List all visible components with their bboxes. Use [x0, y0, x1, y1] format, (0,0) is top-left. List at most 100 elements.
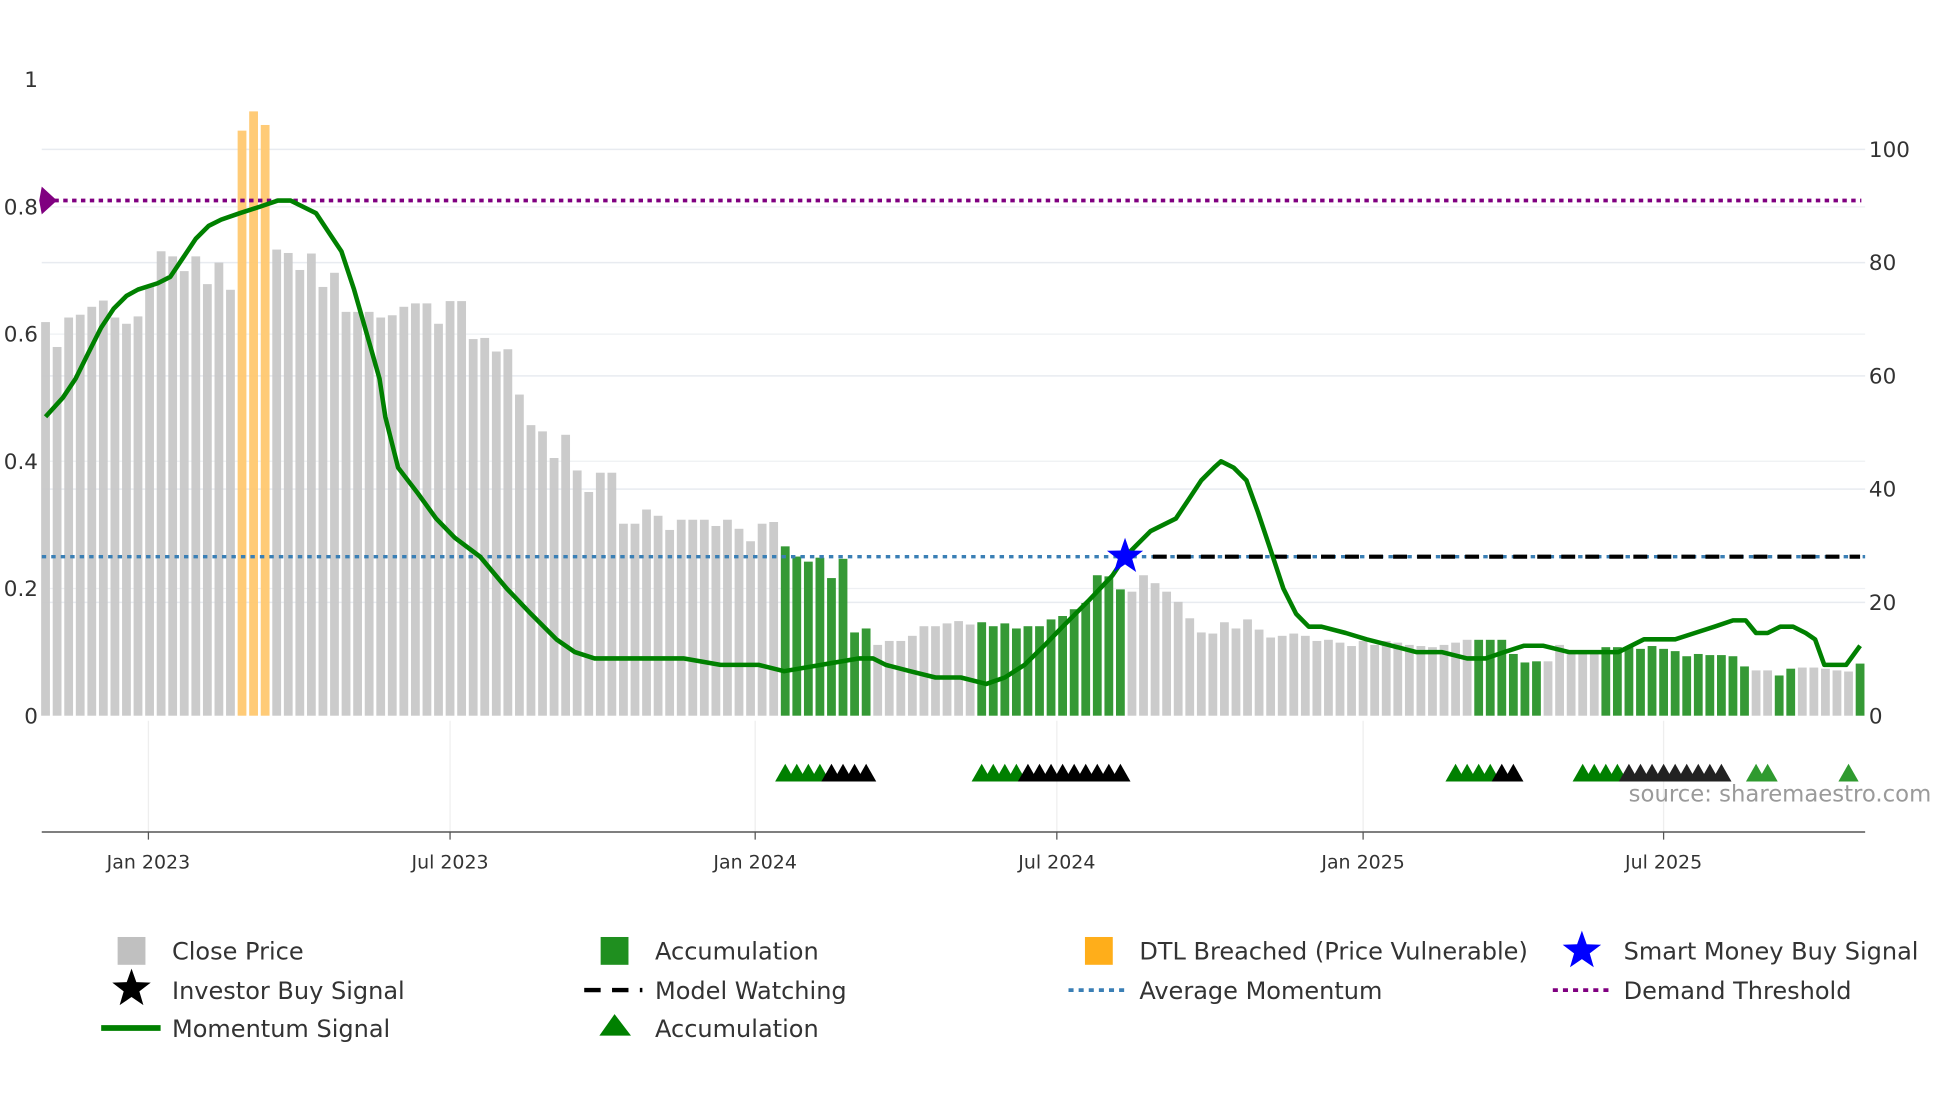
- close-price-bar: [87, 306, 97, 716]
- source-label: source: sharemaestro.com: [1629, 782, 1932, 808]
- close-price-bar: [642, 509, 651, 716]
- left-y-tick-label: 0.2: [4, 577, 38, 602]
- close-price-bar: [1416, 646, 1426, 716]
- close-price-bar: [1555, 644, 1564, 716]
- accumulation-bar: [1728, 656, 1738, 716]
- accumulation-bar: [1659, 648, 1668, 716]
- accumulation-bar: [1520, 662, 1530, 716]
- legend-item-close-price: Close Price: [117, 936, 304, 966]
- close-price-bar: [884, 640, 894, 716]
- right-y-tick-label: 80: [1869, 251, 1896, 276]
- accumulation-bar: [1636, 648, 1645, 716]
- close-price-bar: [1428, 647, 1437, 716]
- x-tick-label: Jul 2024: [1017, 852, 1095, 874]
- close-price-bar: [1543, 661, 1553, 716]
- close-price-bar: [191, 256, 201, 716]
- accumulation-bar: [1682, 656, 1692, 716]
- close-price-bar: [769, 521, 779, 716]
- accumulation-bar: [1532, 661, 1541, 716]
- close-price-bar: [399, 306, 409, 716]
- close-price-bar: [1832, 670, 1842, 716]
- close-price-bar: [1173, 601, 1183, 716]
- accumulation-bar: [1612, 647, 1622, 716]
- x-tick-label: Jan 2024: [712, 852, 796, 874]
- accumulation-bar: [850, 632, 859, 716]
- legend-item-average-momentum: Average Momentum: [1068, 977, 1382, 1005]
- close-price-bar: [202, 284, 212, 716]
- left-y-tick-label: 1: [24, 68, 38, 93]
- close-price-bar: [1335, 642, 1345, 716]
- close-price-bar: [1370, 644, 1380, 716]
- close-price-bar: [561, 434, 571, 716]
- close-price-bar: [630, 523, 640, 716]
- close-price-bar: [1844, 671, 1853, 716]
- accumulation-bar: [977, 622, 987, 716]
- close-price-bar: [283, 252, 293, 716]
- close-price-bar: [1266, 637, 1276, 716]
- dtl-breached-bar: [260, 124, 270, 716]
- close-price-bar: [318, 286, 328, 716]
- close-price-bar: [595, 472, 605, 716]
- legend-label: DTL Breached (Price Vulnerable): [1139, 938, 1528, 966]
- close-price-bar: [179, 271, 189, 716]
- close-price-bar: [954, 621, 963, 716]
- accumulation-bar: [1647, 646, 1657, 716]
- accumulation-bar: [1693, 653, 1703, 716]
- close-price-bar: [41, 322, 50, 716]
- close-price-bar: [1162, 591, 1172, 716]
- close-price-bar: [1127, 591, 1137, 716]
- right-y-tick-label: 20: [1869, 591, 1896, 616]
- close-price-bar: [341, 311, 351, 716]
- close-price-bar: [1751, 670, 1761, 716]
- accumulation-bar: [838, 558, 848, 716]
- accumulation-bar: [1705, 655, 1715, 716]
- close-price-bar: [468, 339, 478, 716]
- close-price-bar: [896, 640, 906, 716]
- close-price-bar: [1797, 667, 1807, 716]
- legend-item-demand-threshold: Demand Threshold: [1552, 977, 1851, 1005]
- close-price-bar: [364, 311, 374, 716]
- close-price-bar: [145, 285, 154, 716]
- legend-item-accumulation-bar: Accumulation: [600, 936, 819, 966]
- close-price-bar: [1358, 640, 1368, 716]
- right-y-tick-label: 100: [1869, 138, 1910, 163]
- legend-item-investor-buy: Investor Buy Signal: [112, 968, 405, 1006]
- close-price-bar: [295, 269, 305, 716]
- accumulation-bar: [1069, 609, 1079, 716]
- legend-label: Model Watching: [655, 977, 847, 1005]
- close-price-bar: [1324, 639, 1333, 716]
- close-price-bar: [676, 519, 686, 716]
- close-price-bar: [1231, 628, 1241, 716]
- close-price-bar: [168, 256, 178, 716]
- close-price-bar: [1312, 640, 1322, 716]
- legend-item-accumulation-marker: Accumulation: [599, 1014, 819, 1043]
- close-price-bar: [226, 289, 235, 716]
- left-y-tick-label: 0: [24, 704, 38, 729]
- legend-label: Smart Money Buy Signal: [1624, 938, 1919, 966]
- black-star-icon: [112, 968, 151, 1006]
- accumulation-bar: [792, 556, 802, 716]
- close-price-bar: [156, 251, 166, 716]
- accumulation-bar: [1116, 589, 1125, 716]
- left-y-tick-label: 0.6: [4, 323, 38, 348]
- close-price-bar: [1300, 635, 1310, 716]
- close-price-bar: [480, 337, 490, 716]
- close-price-bar: [110, 317, 120, 716]
- close-price-bar: [64, 317, 74, 716]
- close-price-bar: [942, 623, 952, 716]
- close-price-bar: [1208, 633, 1218, 716]
- close-price-bar: [584, 491, 594, 716]
- orange-square-icon: [1084, 936, 1113, 965]
- right-y-tick-label: 60: [1869, 364, 1896, 389]
- accumulation-bar: [1670, 651, 1680, 716]
- close-price-bar: [1763, 670, 1773, 716]
- close-price-bar: [1578, 652, 1588, 716]
- legend-item-model-watching: Model Watching: [584, 977, 847, 1005]
- close-price-bar: [1381, 640, 1391, 716]
- legend-item-momentum-signal: Momentum Signal: [101, 1015, 390, 1043]
- close-price-bar: [503, 349, 513, 716]
- legend: Close Price Accumulation DTL Breached (P…: [101, 930, 1919, 1043]
- close-price-bar: [1589, 653, 1599, 716]
- momentum-signal-line: [43, 198, 1862, 687]
- close-price-bar: [1809, 667, 1819, 716]
